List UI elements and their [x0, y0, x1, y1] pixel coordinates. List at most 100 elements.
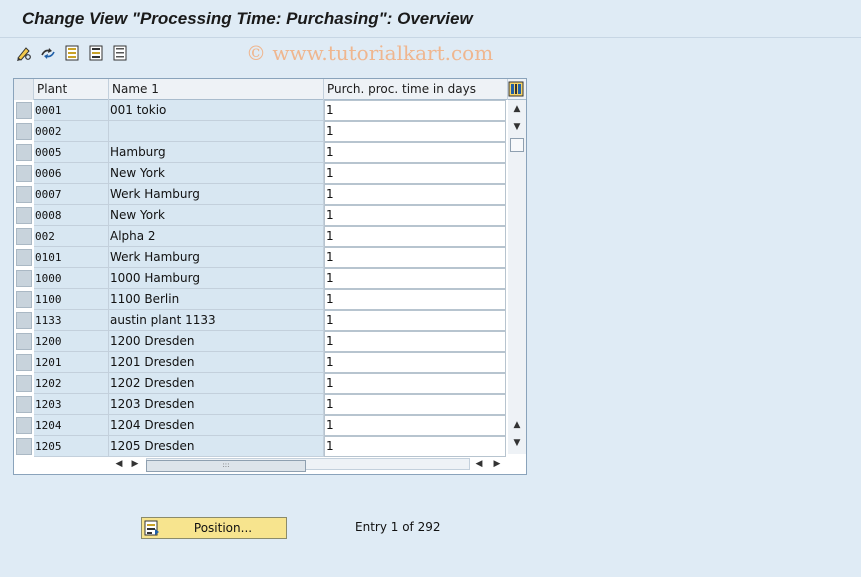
cell-name: 1203 Dresden: [109, 394, 324, 415]
scroll-down-bottom-icon[interactable]: ▼: [510, 436, 524, 450]
proc-time-input[interactable]: 1: [324, 289, 506, 310]
cell-plant: 0001: [34, 100, 109, 121]
proc-time-input[interactable]: 1: [324, 352, 506, 373]
row-selector[interactable]: [16, 438, 32, 455]
table-control: Plant Name 1 Purch. proc. time in days 0…: [13, 78, 527, 475]
row-selector[interactable]: [16, 123, 32, 140]
row-selector[interactable]: [16, 312, 32, 329]
cell-name: 1202 Dresden: [109, 373, 324, 394]
column-header-plant[interactable]: Plant: [34, 79, 109, 100]
cell-plant: 1205: [34, 436, 109, 457]
row-selector[interactable]: [16, 333, 32, 350]
table-row: 0007 Werk Hamburg 1: [14, 184, 508, 205]
cell-name: Werk Hamburg: [109, 247, 324, 268]
cell-plant: 0002: [34, 121, 109, 142]
proc-time-input[interactable]: 1: [324, 184, 506, 205]
select-all-button[interactable]: [62, 43, 82, 63]
cell-name: 1205 Dresden: [109, 436, 324, 457]
proc-time-input[interactable]: 1: [324, 415, 506, 436]
proc-time-input[interactable]: 1: [324, 268, 506, 289]
cell-plant: 0008: [34, 205, 109, 226]
row-selector[interactable]: [16, 165, 32, 182]
table-row: 1000 1000 Hamburg 1: [14, 268, 508, 289]
proc-time-input[interactable]: 1: [324, 247, 506, 268]
cell-name: [109, 121, 324, 142]
row-selector[interactable]: [16, 354, 32, 371]
table-row: 1100 1100 Berlin 1: [14, 289, 508, 310]
table-row: 0002 1: [14, 121, 508, 142]
proc-time-input[interactable]: 1: [324, 373, 506, 394]
cell-name: Alpha 2: [109, 226, 324, 247]
proc-time-input[interactable]: 1: [324, 226, 506, 247]
scroll-up-icon[interactable]: ▲: [510, 102, 524, 116]
row-selector[interactable]: [16, 249, 32, 266]
select-all-icon: [65, 45, 79, 61]
vertical-scroll-thumb[interactable]: [510, 138, 524, 152]
column-header-proc-time[interactable]: Purch. proc. time in days: [324, 79, 508, 100]
cell-name: 1201 Dresden: [109, 352, 324, 373]
proc-time-input[interactable]: 1: [324, 331, 506, 352]
cell-plant: 1200: [34, 331, 109, 352]
display-change-button[interactable]: [14, 43, 34, 63]
watermark: © www.tutorialkart.com: [246, 41, 494, 65]
position-button[interactable]: Position...: [141, 517, 287, 539]
cell-plant: 0007: [34, 184, 109, 205]
scroll-right-icon[interactable]: ▶: [128, 457, 142, 471]
table-row: 1201 1201 Dresden 1: [14, 352, 508, 373]
row-selector[interactable]: [16, 396, 32, 413]
row-selector[interactable]: [16, 375, 32, 392]
cell-plant: 1204: [34, 415, 109, 436]
row-selector[interactable]: [16, 291, 32, 308]
proc-time-input[interactable]: 1: [324, 121, 506, 142]
column-header-name[interactable]: Name 1: [109, 79, 324, 100]
table-row: 0101 Werk Hamburg 1: [14, 247, 508, 268]
row-selector[interactable]: [16, 417, 32, 434]
proc-time-input[interactable]: 1: [324, 310, 506, 331]
cell-name: 1000 Hamburg: [109, 268, 324, 289]
row-selector[interactable]: [16, 207, 32, 224]
row-selector[interactable]: [16, 228, 32, 245]
table-row: 1200 1200 Dresden 1: [14, 331, 508, 352]
row-selector[interactable]: [16, 144, 32, 161]
select-block-button[interactable]: [86, 43, 106, 63]
row-selector[interactable]: [16, 102, 32, 119]
proc-time-input[interactable]: 1: [324, 163, 506, 184]
scroll-left-right-pane-icon[interactable]: ◀: [472, 457, 486, 471]
cell-plant: 0006: [34, 163, 109, 184]
table-settings-icon[interactable]: [508, 81, 524, 97]
proc-time-input[interactable]: 1: [324, 394, 506, 415]
vertical-scrollbar[interactable]: ▲ ▼ ▲ ▼: [508, 100, 526, 454]
cell-plant: 1133: [34, 310, 109, 331]
table-row: 1204 1204 Dresden 1: [14, 415, 508, 436]
select-block-icon: [89, 45, 103, 61]
scroll-up-bottom-icon[interactable]: ▲: [510, 418, 524, 432]
cell-plant: 0101: [34, 247, 109, 268]
swap-icon: [41, 48, 55, 59]
proc-time-input[interactable]: 1: [324, 436, 506, 457]
cell-name: 001 tokio: [109, 100, 324, 121]
table-row: 1205 1205 Dresden 1: [14, 436, 508, 457]
cell-plant: 002: [34, 226, 109, 247]
select-all-column-header[interactable]: [14, 79, 34, 100]
scroll-down-icon[interactable]: ▼: [510, 120, 524, 134]
scroll-right-right-pane-icon[interactable]: ▶: [490, 457, 504, 471]
pencil-glasses-icon: [17, 47, 31, 61]
proc-time-input[interactable]: 1: [324, 142, 506, 163]
horizontal-scroll-thumb[interactable]: :::: [146, 460, 306, 472]
proc-time-input[interactable]: 1: [324, 205, 506, 226]
scroll-left-icon[interactable]: ◀: [112, 457, 126, 471]
cell-name: New York: [109, 163, 324, 184]
entry-counter: Entry 1 of 292: [355, 520, 441, 534]
table-row: 002 Alpha 21: [14, 226, 508, 247]
cell-name: 1100 Berlin: [109, 289, 324, 310]
table-row: 1133 austin plant 1133 1: [14, 310, 508, 331]
position-button-label: Position...: [193, 521, 253, 535]
cell-name: New York: [109, 205, 324, 226]
row-selector[interactable]: [16, 186, 32, 203]
deselect-all-button[interactable]: [110, 43, 130, 63]
cell-plant: 1202: [34, 373, 109, 394]
row-selector[interactable]: [16, 270, 32, 287]
proc-time-input[interactable]: 1: [324, 100, 506, 121]
other-view-button[interactable]: [38, 43, 58, 63]
cell-name: 1204 Dresden: [109, 415, 324, 436]
